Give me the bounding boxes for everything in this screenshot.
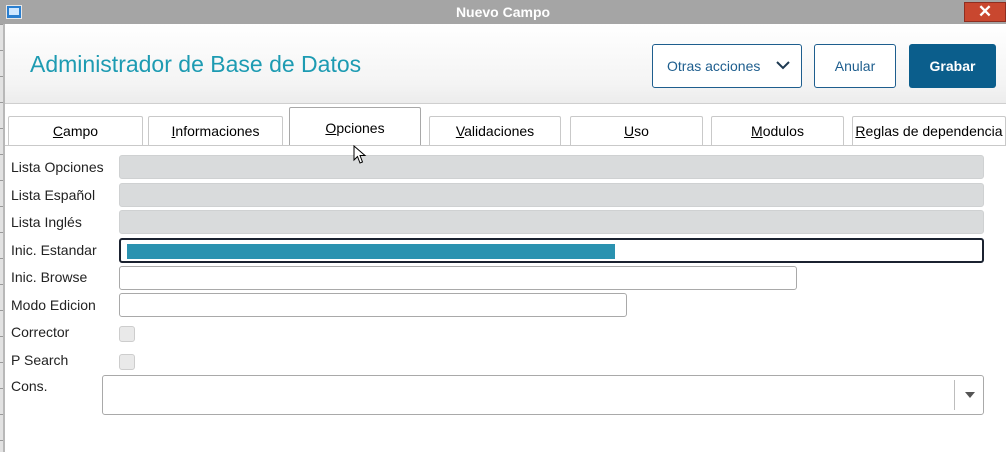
page-title: Administrador de Base de Datos xyxy=(30,51,362,77)
p-search-label: P Search xyxy=(11,352,69,368)
tab-reglas-de-dependencia[interactable]: Reglas de dependencia xyxy=(852,116,1006,145)
other-actions-button[interactable]: Otras acciones xyxy=(652,44,802,88)
save-button[interactable]: Grabar xyxy=(909,44,996,88)
tab-informaciones[interactable]: Informaciones xyxy=(148,116,283,145)
lista-espanol-label: Lista Español xyxy=(11,187,96,203)
page-header: Administrador de Base de Datos Otras acc… xyxy=(5,24,1006,104)
window-titlebar: Nuevo Campo ✕ xyxy=(0,0,1006,24)
p-search-checkbox[interactable] xyxy=(119,354,135,370)
inic-browse-input[interactable] xyxy=(119,266,797,290)
tab-label: pciones xyxy=(336,120,385,136)
tab-modulos[interactable]: Modulos xyxy=(711,116,844,145)
tab-validaciones[interactable]: Validaciones xyxy=(429,116,561,145)
lista-ingles-field xyxy=(119,210,984,234)
lista-espanol-field xyxy=(119,183,984,207)
tab-accesskey: O xyxy=(325,120,337,136)
lista-ingles-label: Lista Inglés xyxy=(11,214,82,230)
lista-opciones-label: Lista Opciones xyxy=(11,159,104,175)
inic-estandar-label: Inic. Estandar xyxy=(11,242,97,258)
cons-estandar-label: Cons. xyxy=(11,378,48,394)
close-icon: ✕ xyxy=(977,2,993,21)
tab-label: so xyxy=(634,123,649,139)
tab-label: alidaciones xyxy=(464,123,535,139)
cons-estandar-combobox[interactable] xyxy=(102,375,984,415)
tab-accesskey: V xyxy=(455,123,465,139)
chevron-down-icon xyxy=(776,61,790,70)
tab-label: eglas de dependencia xyxy=(865,123,1003,139)
lista-opciones-field xyxy=(119,155,984,179)
window-title: Nuevo Campo xyxy=(455,4,551,20)
tab-label: ampo xyxy=(63,123,99,139)
dropdown-arrow-icon[interactable] xyxy=(965,392,975,398)
tab-label: odulos xyxy=(762,123,804,139)
tab-campo[interactable]: Campo xyxy=(8,116,143,145)
tab-uso[interactable]: Uso xyxy=(570,116,703,145)
inic-estandar-input[interactable] xyxy=(119,238,984,263)
cancel-button[interactable]: Anular xyxy=(814,44,896,88)
tab-divider xyxy=(5,145,1006,146)
corrector-checkbox[interactable] xyxy=(119,326,135,342)
tab-accesskey: M xyxy=(751,123,763,139)
tab-accesskey: C xyxy=(52,123,64,139)
tab-accesskey: R xyxy=(855,123,866,139)
modo-edicion-label: Modo Edicion xyxy=(11,297,96,313)
tab-accesskey: U xyxy=(624,123,635,139)
other-actions-label: Otras acciones xyxy=(667,58,761,74)
tab-bar: Campo Informaciones Opciones Validacione… xyxy=(5,104,1006,146)
close-button[interactable]: ✕ xyxy=(964,2,1006,22)
modo-edicion-input[interactable] xyxy=(119,293,627,317)
corrector-label: Corrector xyxy=(11,324,70,340)
text-selection-highlight xyxy=(127,244,615,259)
tab-opciones[interactable]: Opciones xyxy=(289,107,421,146)
inic-browse-label: Inic. Browse xyxy=(11,269,88,285)
mouse-cursor-icon xyxy=(353,145,367,164)
tab-label: nformaciones xyxy=(175,123,260,139)
combobox-separator xyxy=(954,380,955,410)
